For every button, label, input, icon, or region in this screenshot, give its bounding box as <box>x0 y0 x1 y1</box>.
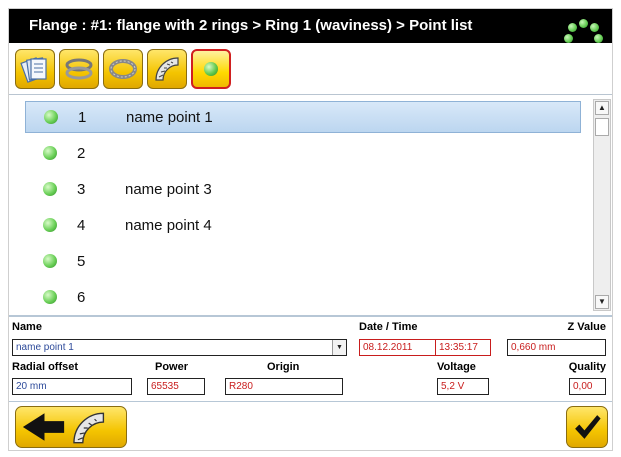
bottom-bar <box>9 401 612 450</box>
point-name: name point 1 <box>126 108 213 126</box>
window-title: Flange : #1: flange with 2 rings > Ring … <box>29 17 473 34</box>
list-item[interactable]: 2 <box>25 137 581 169</box>
status-dot-icon <box>43 254 57 268</box>
quality-label: Quality <box>568 361 606 373</box>
title-bar: Flange : #1: flange with 2 rings > Ring … <box>9 9 612 53</box>
status-dot-icon <box>43 218 57 232</box>
point-name: name point 4 <box>125 216 212 234</box>
scroll-up-icon[interactable]: ▲ <box>595 101 609 115</box>
name-label: Name <box>12 321 42 333</box>
voltage-label: Voltage <box>437 361 476 373</box>
app-window: Flange : #1: flange with 2 rings > Ring … <box>8 8 613 451</box>
point-icon <box>204 62 218 76</box>
ring-segment-button[interactable] <box>147 49 187 89</box>
power-field: 65535 <box>147 378 205 395</box>
status-dot-icon <box>43 146 57 160</box>
flange-list-icon <box>20 57 47 83</box>
point-number: 5 <box>77 252 86 270</box>
list-item[interactable]: 1 name point 1 <box>25 101 581 133</box>
list-item[interactable]: 4 name point 4 <box>25 209 581 241</box>
time-field: 13:35:17 <box>435 339 491 356</box>
list-item[interactable]: 3 name point 3 <box>25 173 581 205</box>
scroll-down-icon[interactable]: ▼ <box>595 295 609 309</box>
zvalue-label: Z Value <box>567 321 606 333</box>
point-number: 3 <box>77 180 86 198</box>
quality-field: 0,00 <box>569 378 606 395</box>
status-dot-icon <box>44 110 58 124</box>
list-scrollbar[interactable]: ▲ ▼ <box>593 99 611 311</box>
datetime-label: Date / Time <box>359 321 418 333</box>
power-label: Power <box>155 361 189 373</box>
status-dot-icon <box>43 182 57 196</box>
name-value: name point 1 <box>16 342 74 353</box>
ring-button[interactable] <box>103 49 143 89</box>
name-field[interactable]: name point 1 ▼ <box>12 339 347 356</box>
rings-button[interactable] <box>59 49 99 89</box>
point-button[interactable] <box>191 49 231 89</box>
zvalue-field: 0,660 mm <box>507 339 606 356</box>
point-number: 6 <box>77 288 86 306</box>
list-item[interactable]: 6 <box>25 281 581 311</box>
flange-list-button[interactable] <box>15 49 55 89</box>
ring-segment-icon <box>155 57 179 81</box>
ring-segment-icon <box>73 412 105 444</box>
radial-offset-field: 20 mm <box>12 378 132 395</box>
date-field: 08.12.2011 <box>359 339 436 356</box>
point-number: 1 <box>78 108 87 126</box>
divider <box>9 315 612 317</box>
chevron-down-icon[interactable]: ▼ <box>332 340 346 355</box>
origin-field: R280 <box>225 378 343 395</box>
point-name: name point 3 <box>125 180 212 198</box>
list-item[interactable]: 5 <box>25 245 581 277</box>
confirm-button[interactable] <box>566 406 608 448</box>
back-button[interactable] <box>15 406 127 448</box>
toolbar <box>9 43 612 95</box>
origin-label: Origin <box>267 361 300 373</box>
ring-icon <box>109 59 137 79</box>
point-list[interactable]: 1 name point 1 2 3 name point 3 4 name p… <box>19 99 587 311</box>
point-number: 4 <box>77 216 86 234</box>
radial-offset-label: Radial offset <box>12 361 79 373</box>
checkmark-icon <box>575 415 601 439</box>
point-number: 2 <box>77 144 86 162</box>
scroll-thumb[interactable] <box>595 118 609 136</box>
status-dot-icon <box>43 290 57 304</box>
voltage-field: 5,2 V <box>437 378 489 395</box>
rings-icon <box>65 58 93 80</box>
back-arrow-icon <box>22 412 105 444</box>
